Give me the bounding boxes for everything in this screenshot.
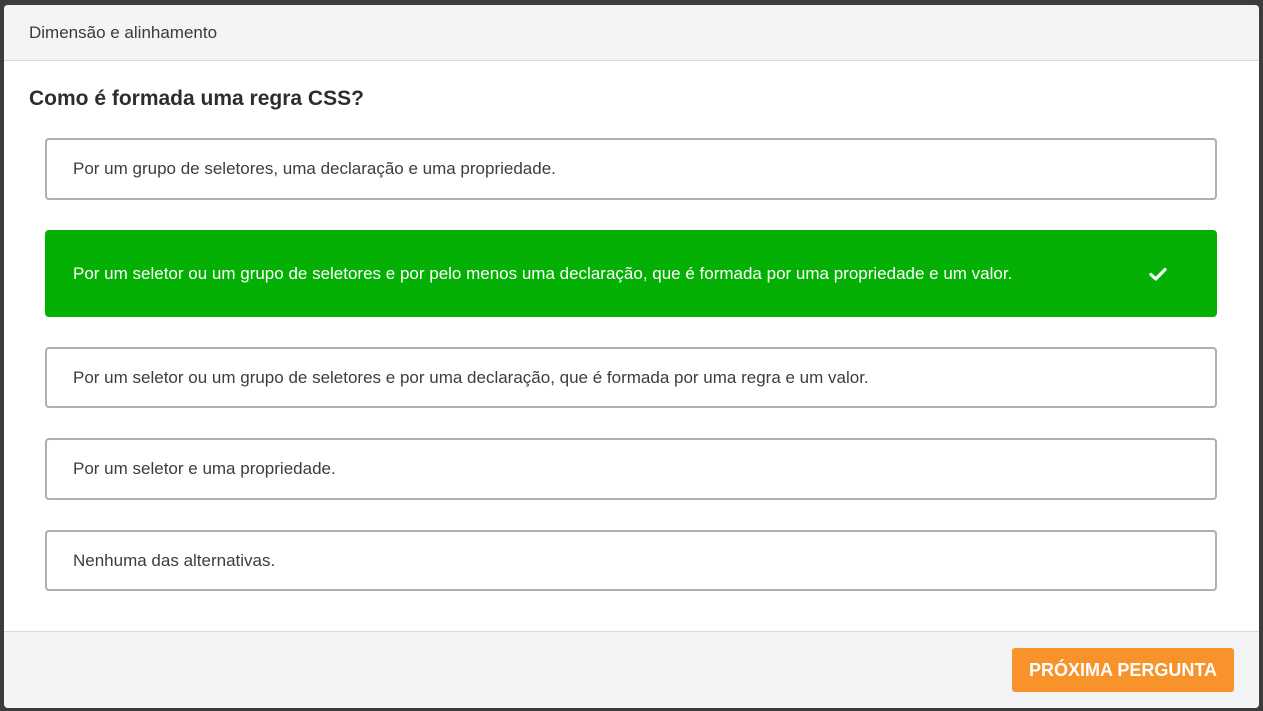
answer-option-5[interactable]: Nenhuma das alternativas.	[45, 530, 1217, 591]
modal-header: Dimensão e alinhamento	[4, 5, 1259, 61]
question-text: Como é formada uma regra CSS?	[29, 87, 364, 110]
modal-footer: PRÓXIMA PERGUNTA	[4, 631, 1259, 708]
answer-option-1[interactable]: Por um grupo de seletores, uma declaraçã…	[45, 138, 1217, 200]
check-icon	[1149, 267, 1167, 281]
next-question-button[interactable]: PRÓXIMA PERGUNTA	[1011, 648, 1234, 692]
answer-option-label: Por um seletor e uma propriedade.	[73, 459, 336, 478]
answer-option-label: Por um seletor ou um grupo de seletores …	[73, 263, 1013, 283]
quiz-modal: Dimensão e alinhamento Como é formada um…	[4, 5, 1259, 708]
answer-option-label: Nenhuma das alternativas.	[73, 550, 276, 570]
answer-option-4[interactable]: Por um seletor e uma propriedade.	[45, 438, 1217, 500]
answer-option-label: Por um grupo de seletores, uma declaraçã…	[73, 159, 556, 178]
section-title: Dimensão e alinhamento	[29, 22, 218, 42]
answer-option-2[interactable]: Por um seletor ou um grupo de seletores …	[45, 230, 1217, 317]
answer-option-label: Por um seletor ou um grupo de seletores …	[73, 367, 869, 387]
modal-body: Como é formada uma regra CSS? Por um gru…	[4, 61, 1259, 632]
answer-option-3[interactable]: Por um seletor ou um grupo de seletores …	[45, 347, 1217, 408]
